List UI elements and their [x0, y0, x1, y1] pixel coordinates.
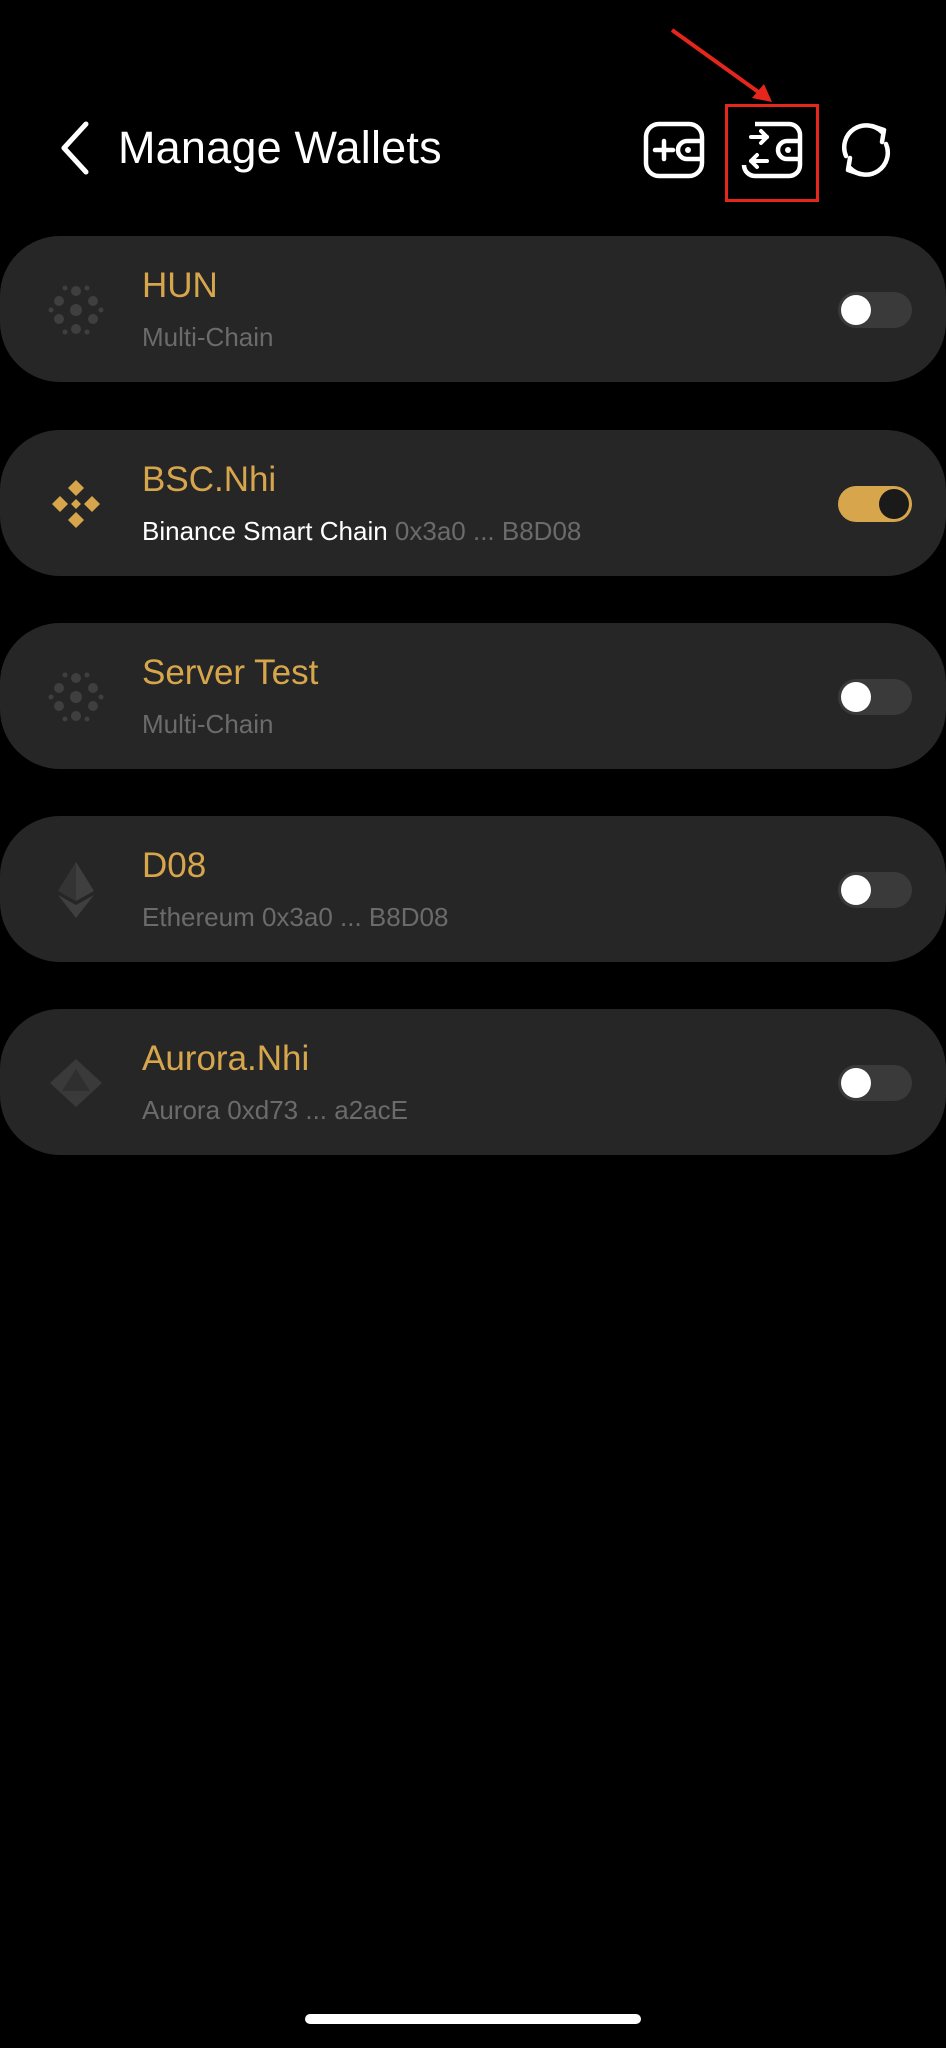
- home-indicator: [305, 2014, 641, 2024]
- wallet-chain: Aurora 0xd73 ... a2acE: [142, 1093, 408, 1127]
- wallet-name: HUN: [142, 266, 218, 305]
- wallet-chain: Multi-Chain: [142, 320, 274, 354]
- toggle-knob: [841, 1068, 871, 1098]
- wallet-chain-label: Multi-Chain: [142, 322, 274, 352]
- wallet-toggle[interactable]: [838, 679, 912, 715]
- wallet-chain: Binance Smart Chain 0x3a0 ... B8D08: [142, 514, 581, 548]
- toggle-knob: [879, 489, 909, 519]
- wallet-name: Server Test: [142, 653, 319, 692]
- aurora-icon: [46, 1053, 106, 1113]
- wallet-toggle[interactable]: [838, 292, 912, 328]
- chevron-left-icon: [61, 121, 89, 175]
- wallet-card-bsc-nhi[interactable]: BSC.Nhi Binance Smart Chain 0x3a0 ... B8…: [0, 430, 946, 576]
- back-button[interactable]: [50, 115, 100, 181]
- add-wallet-button[interactable]: [636, 112, 712, 188]
- wallet-chain-label: Binance Smart Chain: [142, 516, 388, 546]
- wallet-address: 0x3a0 ... B8D08: [394, 516, 582, 546]
- wallet-name: Aurora.Nhi: [142, 1039, 310, 1078]
- wallet-chain-label: Multi-Chain: [142, 709, 274, 739]
- annotation-arrow-icon: [670, 28, 772, 102]
- wallet-toggle[interactable]: [838, 1065, 912, 1101]
- add-wallet-icon: [643, 121, 705, 179]
- multi-chain-dots-icon: [46, 667, 106, 727]
- page-title: Manage Wallets: [118, 122, 442, 173]
- wallet-card-aurora-nhi[interactable]: Aurora.Nhi Aurora 0xd73 ... a2acE: [0, 1009, 946, 1155]
- ethereum-icon: [46, 860, 106, 920]
- wallet-toggle[interactable]: [838, 872, 912, 908]
- sync-icon: [842, 123, 890, 177]
- wallet-card-d08[interactable]: D08 Ethereum 0x3a0 ... B8D08: [0, 816, 946, 962]
- wallet-name: BSC.Nhi: [142, 460, 277, 499]
- wallet-address: 0xd73 ... a2acE: [227, 1095, 408, 1125]
- sync-button[interactable]: [828, 112, 904, 188]
- wallet-card-hun[interactable]: HUN Multi-Chain: [0, 236, 946, 382]
- toggle-knob: [841, 295, 871, 325]
- wallet-chain: Ethereum 0x3a0 ... B8D08: [142, 900, 448, 934]
- binance-icon: [46, 474, 106, 534]
- wallet-chain: Multi-Chain: [142, 707, 274, 741]
- toggle-knob: [841, 875, 871, 905]
- wallet-name: D08: [142, 846, 207, 885]
- multi-chain-dots-icon: [46, 280, 106, 340]
- toggle-knob: [841, 682, 871, 712]
- wallet-address: 0x3a0 ... B8D08: [261, 902, 449, 932]
- highlight-box: [725, 104, 819, 202]
- header: Manage Wallets: [0, 0, 946, 230]
- wallet-toggle[interactable]: [838, 486, 912, 522]
- wallet-chain-label: Aurora: [142, 1095, 221, 1125]
- wallet-card-server-test[interactable]: Server Test Multi-Chain: [0, 623, 946, 769]
- wallet-chain-label: Ethereum: [142, 902, 255, 932]
